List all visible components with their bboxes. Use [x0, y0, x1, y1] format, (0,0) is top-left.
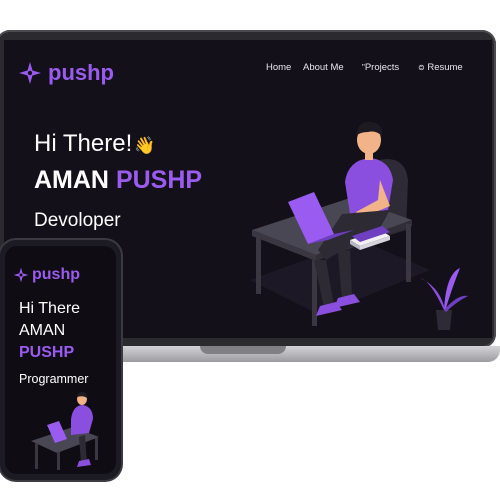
four-point-star-icon: [13, 267, 29, 283]
hero-name: AMAN PUSHP: [34, 166, 202, 195]
nav-projects[interactable]: "Projects: [362, 62, 399, 73]
developer-desk-illustration: [250, 121, 468, 330]
phone-brand-name: pushp: [32, 266, 80, 283]
phone-frame: pushp Hi There AMAN PUSHP Programmer: [0, 240, 121, 480]
phone-name-last: PUSHP: [19, 344, 75, 361]
phone-role: Programmer: [19, 372, 89, 386]
hero-greeting: Hi There! 👋: [34, 130, 155, 158]
hero-name-last: PUSHP: [115, 166, 203, 194]
nav-about[interactable]: About Me: [303, 62, 344, 73]
phone-screen: pushp Hi There AMAN PUSHP Programmer: [5, 246, 116, 474]
phone-developer-illustration: [31, 391, 99, 470]
brand-name: pushp: [48, 60, 114, 85]
hero-role: Devoloper: [34, 210, 121, 231]
laptop-notch: [200, 346, 286, 354]
phone-logo[interactable]: pushp: [13, 266, 80, 284]
document-icon: ⊜: [418, 63, 425, 72]
phone-greeting: Hi There: [19, 300, 81, 317]
nav-home[interactable]: Home: [266, 62, 291, 73]
laptop-logo[interactable]: pushp: [18, 60, 114, 86]
phone-name-first: AMAN: [19, 322, 66, 339]
nav-resume-label: Resume: [427, 62, 463, 73]
nav-projects-label: Projects: [364, 62, 400, 73]
nav-resume[interactable]: ⊜ Resume: [418, 62, 463, 73]
waving-hand-icon: 👋: [134, 136, 156, 155]
four-point-star-icon: [19, 62, 41, 84]
hero-greeting-text: Hi There!: [34, 130, 133, 157]
hero-name-first: AMAN: [34, 166, 109, 194]
